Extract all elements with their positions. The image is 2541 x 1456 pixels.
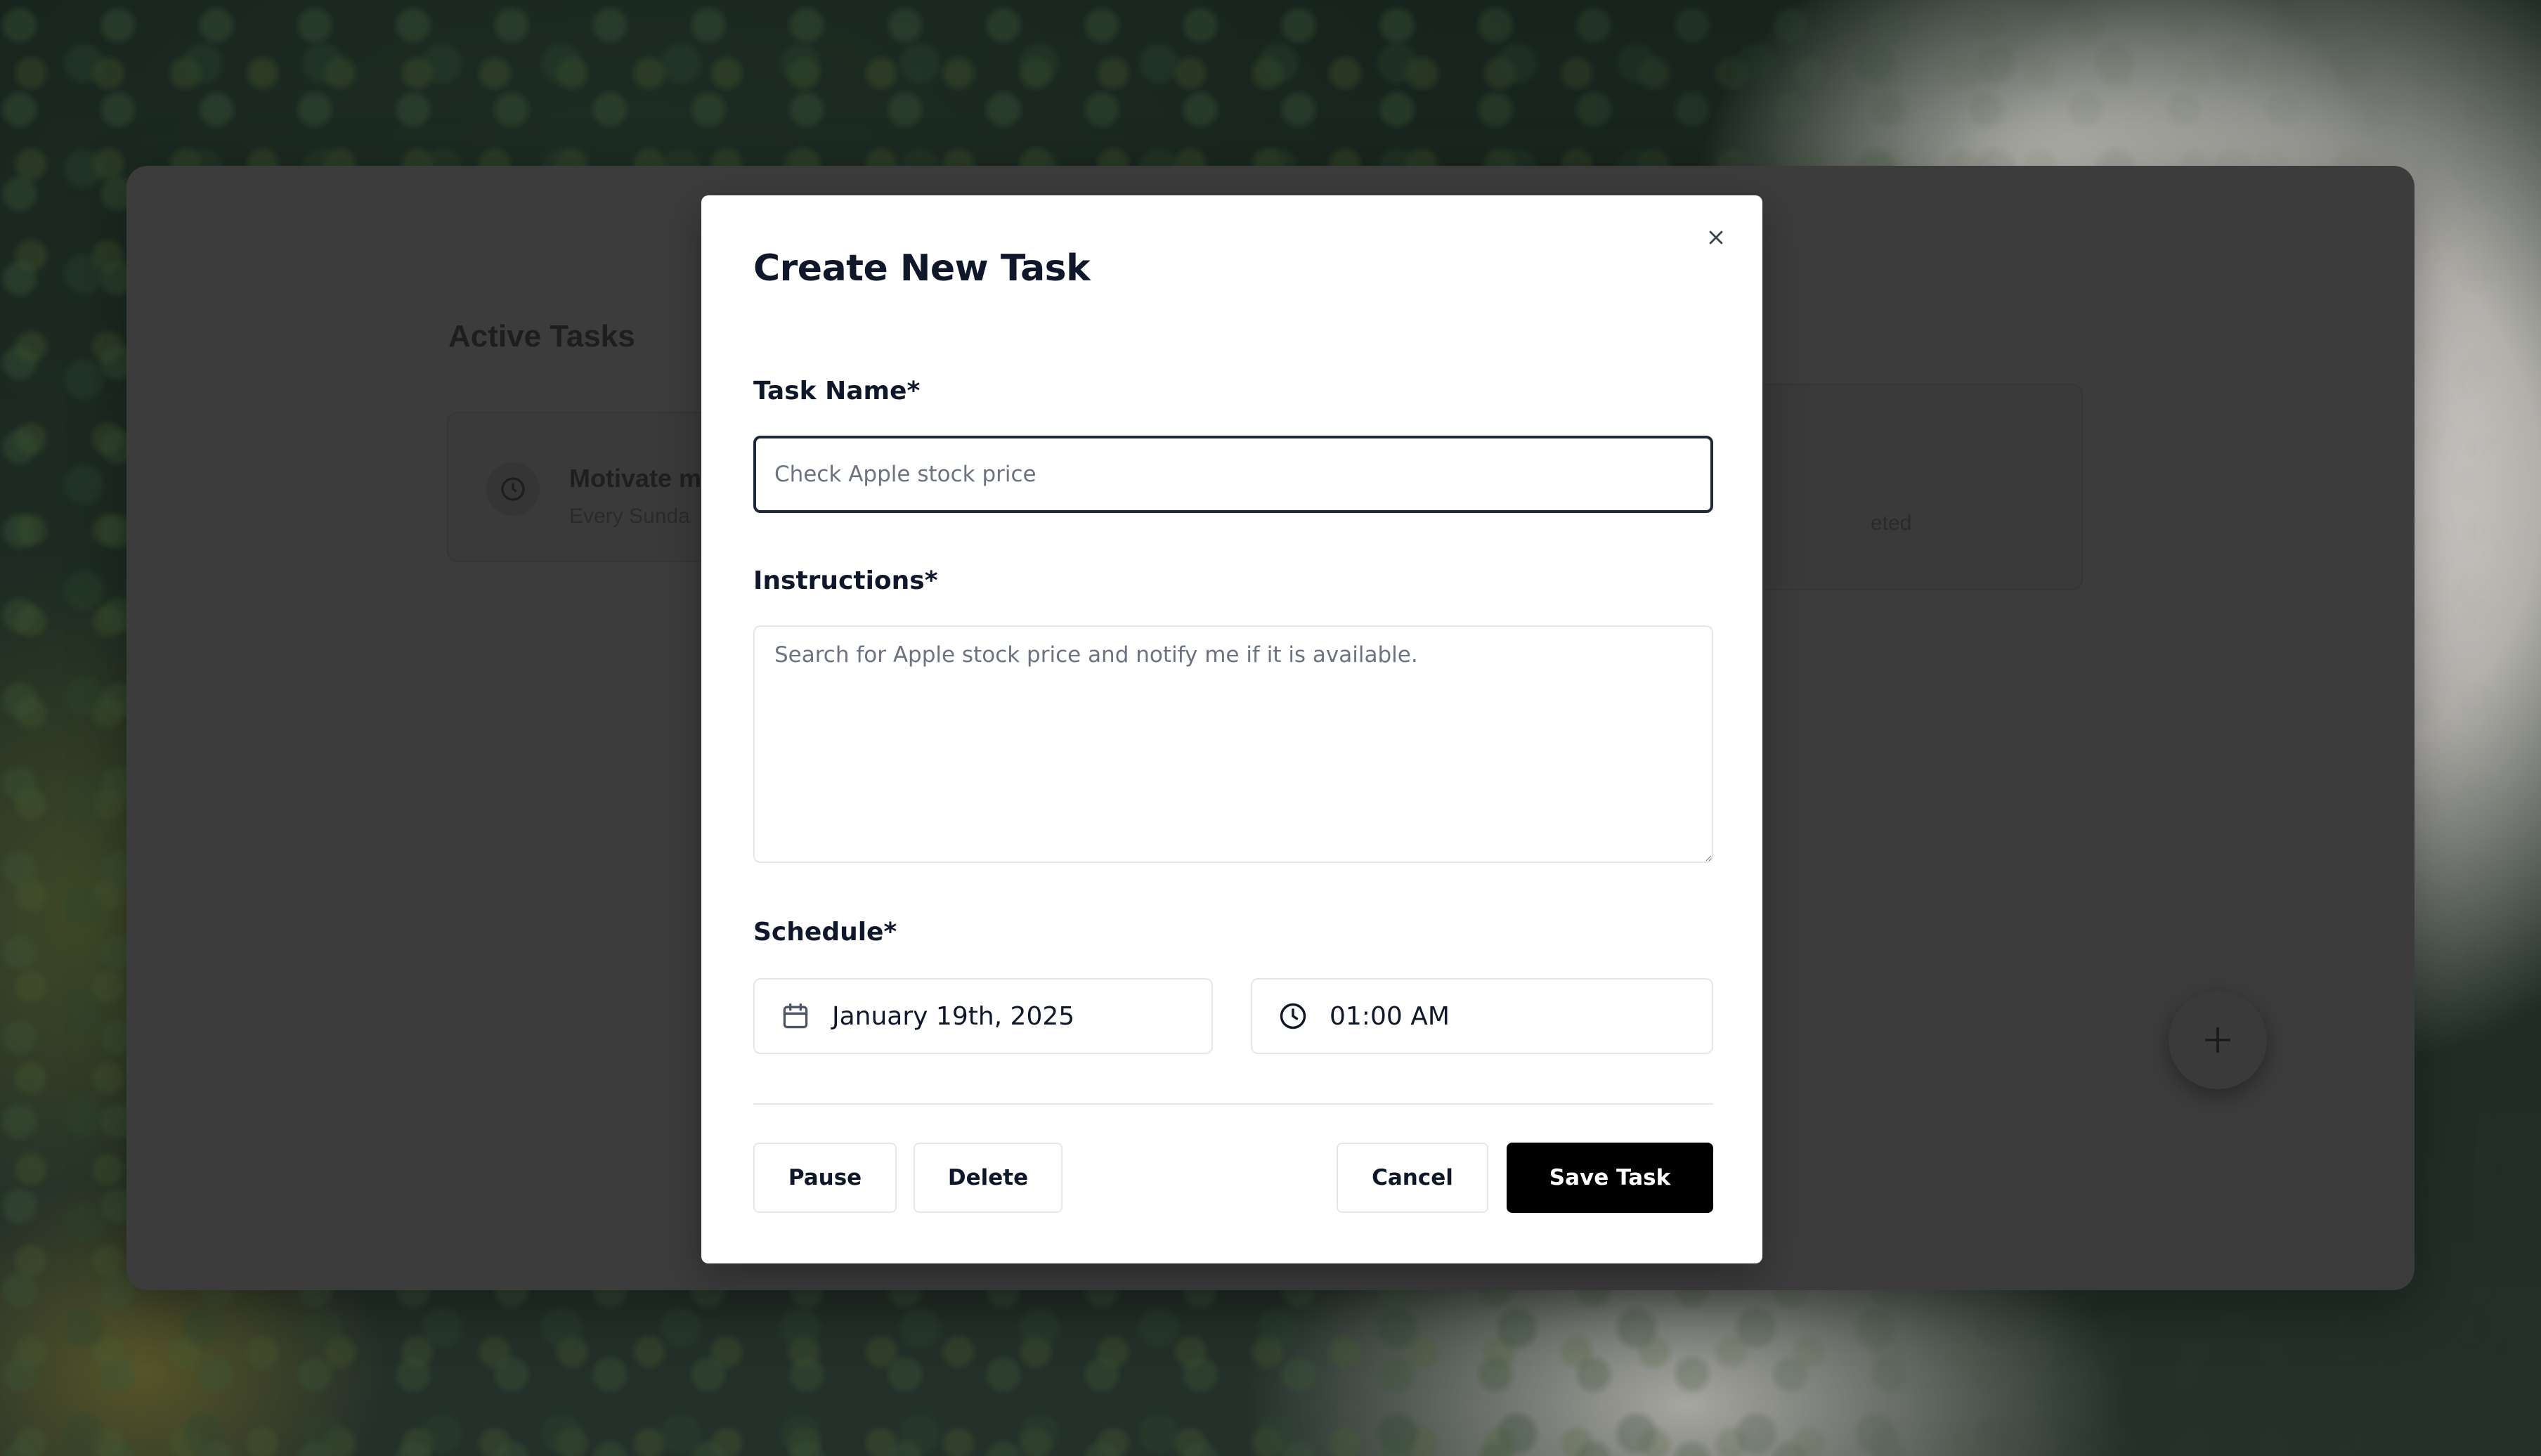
date-picker[interactable]: January 19th, 2025 — [753, 978, 1213, 1054]
close-button[interactable] — [1698, 219, 1734, 256]
pause-button[interactable]: Pause — [753, 1143, 897, 1213]
close-icon — [1709, 230, 1723, 245]
time-value: 01:00 AM — [1330, 1001, 1450, 1031]
create-task-dialog: Create New Task Task Name* Instructions*… — [701, 195, 1762, 1263]
instructions-textarea[interactable] — [753, 625, 1713, 863]
task-name-input[interactable] — [753, 436, 1713, 513]
task-card-name: Motivate m — [569, 464, 702, 493]
footer-divider — [753, 1103, 1713, 1105]
instructions-label: Instructions* — [753, 566, 938, 595]
active-tasks-heading: Active Tasks — [448, 319, 635, 353]
task-card[interactable]: eted — [1743, 384, 2083, 590]
delete-button[interactable]: Delete — [914, 1143, 1062, 1213]
task-card-status: eted — [1871, 512, 1912, 535]
schedule-label: Schedule* — [753, 918, 897, 947]
cancel-button[interactable]: Cancel — [1337, 1143, 1488, 1213]
clock-icon — [1278, 1001, 1308, 1032]
date-value: January 19th, 2025 — [832, 1001, 1075, 1031]
plus-icon — [2205, 1027, 2230, 1053]
save-task-button[interactable]: Save Task — [1507, 1143, 1713, 1213]
dialog-title: Create New Task — [753, 247, 1091, 290]
clock-icon — [486, 462, 540, 516]
add-task-fab-button[interactable] — [2169, 991, 2267, 1089]
time-picker[interactable]: 01:00 AM — [1251, 978, 1713, 1054]
calendar-icon — [780, 1001, 811, 1032]
task-card-schedule: Every Sunda — [569, 505, 690, 528]
task-name-label: Task Name* — [753, 377, 921, 405]
